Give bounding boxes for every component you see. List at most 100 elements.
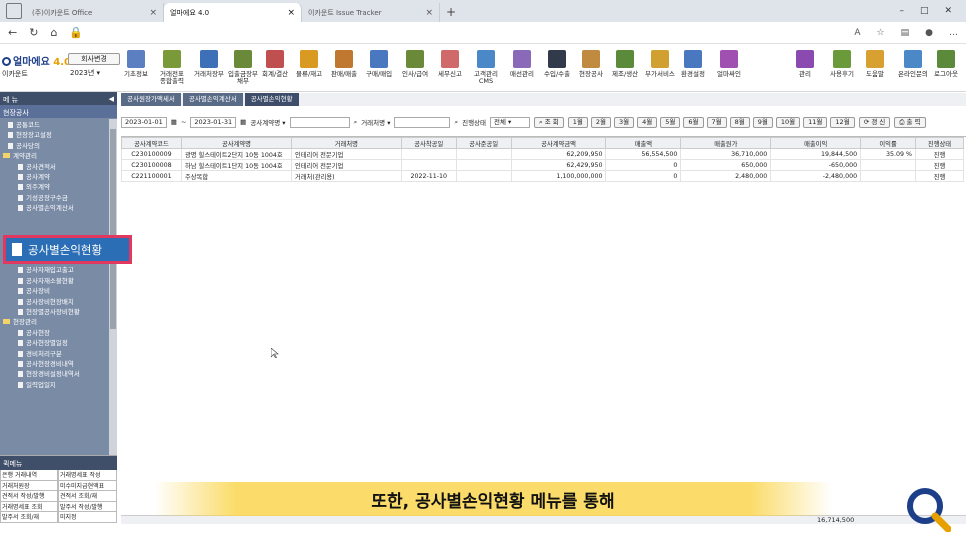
column-header[interactable]: 매출원가 <box>680 137 772 149</box>
toolbar-item-0[interactable]: 기초정보 <box>124 50 148 78</box>
sidebar-item[interactable]: 공사견적서 <box>0 162 117 172</box>
browser-tab-office[interactable]: (주)이카운트 Office × <box>26 3 164 22</box>
quick-menu-item[interactable]: 발주서 조회/재 <box>0 512 58 523</box>
collapse-icon[interactable]: ◀ <box>109 95 114 103</box>
sidebar-section[interactable]: 현장공사 <box>0 105 117 118</box>
toolbar-item-11[interactable]: 매선관리 <box>510 50 534 78</box>
maximize-icon[interactable]: □ <box>920 6 929 16</box>
toolbar-item-13[interactable]: 현장공사 <box>579 50 603 78</box>
sidebar-item[interactable]: 공사현장별일정 <box>0 338 117 348</box>
toolbar-item-10[interactable]: 고객관리 CMS <box>474 50 498 85</box>
column-header[interactable]: 공사계약코드 <box>121 137 182 149</box>
column-header[interactable]: 공사계약명 <box>180 137 292 149</box>
browser-tab-erp[interactable]: 얼마에요 4.0 × <box>164 3 302 22</box>
sidebar-item[interactable]: 현장관리 <box>0 317 117 327</box>
tab-cost-ledger[interactable]: 공사원장가액세서 <box>121 93 181 106</box>
toolbar-item-7[interactable]: 구매/매입 <box>366 50 392 78</box>
sidebar-item[interactable]: 계약관리 <box>0 151 117 161</box>
toolbar-right-item-3[interactable]: 온라인문의 <box>898 50 928 78</box>
quick-menu-item[interactable]: 견적서 작성/발행 <box>0 491 58 502</box>
year-select[interactable]: 2023년 ▾ <box>70 68 116 79</box>
month-button[interactable]: 9월 <box>752 116 773 128</box>
sidebar-item[interactable]: 기성공장구수금 <box>0 193 117 203</box>
more-icon[interactable]: … <box>949 28 958 38</box>
calendar-icon[interactable]: ▦ <box>171 118 177 126</box>
refresh-icon[interactable]: ↻ <box>29 26 38 39</box>
contract-filter-label[interactable]: 공사계약명 ▾ <box>250 117 285 127</box>
calendar-icon[interactable]: ▦ <box>240 118 246 126</box>
toolbar-item-14[interactable]: 제조/생산 <box>612 50 638 78</box>
sidebar-item[interactable]: 공사현장 <box>0 328 117 338</box>
date-to-input[interactable]: 2023-01-31 <box>190 116 237 128</box>
collections-icon[interactable]: ▤ <box>901 28 910 38</box>
column-header[interactable]: 공사착공일 <box>400 137 457 149</box>
client-filter-label[interactable]: 거래처명 ▾ <box>361 117 390 127</box>
client-input[interactable] <box>394 116 451 128</box>
sidebar-item[interactable]: 공사별손익계산서 <box>0 203 117 213</box>
column-header[interactable]: 공사준공일 <box>455 137 512 149</box>
search-button[interactable]: ⌕ 조 회 <box>534 116 564 128</box>
sidebar-item[interactable]: 현장경비설정내역서 <box>0 369 117 379</box>
column-header[interactable]: 매출액 <box>605 137 682 149</box>
search-icon[interactable]: ⌕ <box>454 118 458 127</box>
scroll-thumb[interactable] <box>110 129 116 329</box>
toolbar-item-3[interactable]: 입출금장부 채무 <box>228 50 258 85</box>
month-button[interactable]: 4월 <box>637 116 658 128</box>
quick-menu-item[interactable]: 은행 거래내역 <box>0 470 58 481</box>
sidebar-item[interactable]: 경비처리구분 <box>0 349 117 359</box>
sidebar-item[interactable]: 공사자재소불현황 <box>0 276 117 286</box>
favorite-icon[interactable]: ☆ <box>877 28 885 38</box>
quick-menu-item[interactable]: 거래명세표 조회 <box>0 501 58 512</box>
quick-menu-item[interactable]: 견적서 조회/재 <box>58 491 117 502</box>
contract-input[interactable] <box>289 116 350 128</box>
sidebar-item[interactable]: 공사계약 <box>0 172 117 182</box>
toolbar-item-17[interactable]: 얼마싸인 <box>717 50 741 78</box>
toolbar-right-item-4[interactable]: 로그아웃 <box>934 50 958 78</box>
month-button[interactable]: 1월 <box>567 116 588 128</box>
toolbar-right-item-2[interactable]: 도움말 <box>866 50 884 78</box>
month-button[interactable]: 8월 <box>729 116 750 128</box>
month-button[interactable]: 5월 <box>660 116 681 128</box>
new-tab-icon[interactable]: + <box>446 5 456 19</box>
column-header[interactable]: 이익률 <box>860 137 917 149</box>
sidebar-item[interactable]: 외주계약 <box>0 182 117 192</box>
toolbar-item-12[interactable]: 수입/수출 <box>544 50 570 78</box>
read-aloud-icon[interactable]: A <box>854 28 860 38</box>
toolbar-right-item-1[interactable]: 사용후기 <box>830 50 854 78</box>
search-icon[interactable]: ⌕ <box>354 118 358 127</box>
sidebar-item[interactable]: 공통코드 <box>0 120 117 130</box>
quick-menu-item[interactable]: 거래처원장 <box>0 480 58 491</box>
toolbar-item-8[interactable]: 인사/급여 <box>402 50 428 78</box>
status-select[interactable]: 전체 ▾ <box>490 116 531 128</box>
close-icon[interactable]: × <box>425 8 433 18</box>
month-button[interactable]: 7월 <box>706 116 727 128</box>
tab-actions-icon[interactable] <box>6 3 22 19</box>
column-header[interactable]: 공사계약금액 <box>510 137 607 149</box>
toolbar-right-item-0[interactable]: 관리 <box>796 50 814 78</box>
sidebar-item[interactable]: 현장별공사장비현황 <box>0 307 117 317</box>
toolbar-item-15[interactable]: 부가서비스 <box>645 50 675 78</box>
table-row[interactable]: C230100009 광명 힐스테이트2단지 10동 1004호 인테리어 전문기업… <box>121 148 964 160</box>
month-button[interactable]: 6월 <box>683 116 704 128</box>
close-icon[interactable]: × <box>149 8 157 18</box>
tab-profit-statement[interactable]: 공사별손익계산서 <box>182 93 243 106</box>
column-header[interactable]: 거래처명 <box>290 137 402 149</box>
toolbar-item-5[interactable]: 물류/재고 <box>296 50 322 78</box>
profile-icon[interactable]: ● <box>925 28 933 38</box>
change-company-button[interactable]: 회사변경 <box>68 53 120 65</box>
table-row[interactable]: C221100001 주상복합 거래처(관리용) 2022-11-10 1,100,00… <box>121 170 964 182</box>
minimize-icon[interactable]: – <box>899 6 904 16</box>
toolbar-item-4[interactable]: 회계/결산 <box>262 50 288 78</box>
refresh-button[interactable]: ⟳ 갱 신 <box>858 116 891 128</box>
close-icon[interactable]: × <box>287 8 295 18</box>
sidebar-item[interactable]: 공사자재입고출고 <box>0 265 117 275</box>
quick-menu-item[interactable]: 거래명세표 작성 <box>58 470 117 481</box>
sidebar-item[interactable]: 공사장비 <box>0 286 117 296</box>
quick-menu-item[interactable]: 미지정 <box>58 512 117 523</box>
toolbar-item-1[interactable]: 거래전표 종합출력 <box>160 50 184 85</box>
month-button[interactable]: 11월 <box>803 116 828 128</box>
sidebar-item[interactable]: 공사당의 <box>0 141 117 151</box>
tab-profit-status[interactable]: 공사별손익현황 <box>244 93 299 106</box>
quick-menu-item[interactable]: 발주서 작성/발행 <box>58 501 117 512</box>
sidebar-item[interactable]: 일력업일지 <box>0 380 117 390</box>
